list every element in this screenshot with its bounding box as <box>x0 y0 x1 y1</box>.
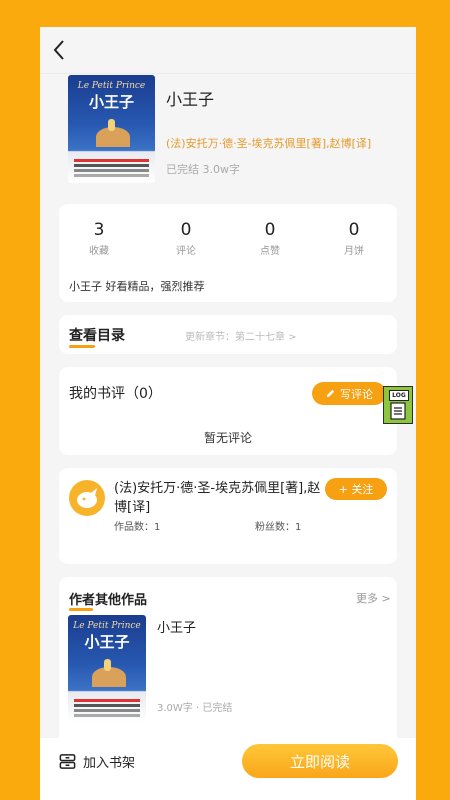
book-header: Le Petit Prince 小王子 小王子 (法)安托万·德·圣-埃克苏佩里… <box>40 73 416 193</box>
catalog-title-text: 查看目录 <box>69 328 125 344</box>
cover-prince-illustration <box>104 659 111 671</box>
back-arrow-icon[interactable] <box>50 38 70 62</box>
cover-text-lines <box>74 699 140 702</box>
cover-prince-illustration <box>108 119 115 131</box>
title-underline <box>69 608 93 611</box>
other-work-item[interactable]: Le Petit Prince 小王子 小王子 3.0W字 · 已完结 <box>59 615 397 725</box>
book-blurb: 小王子 好看精品，强烈推荐 <box>69 280 205 293</box>
other-works-title: 作者其他作品 <box>69 589 148 611</box>
stat-value: 0 <box>348 220 360 240</box>
other-work-meta: 3.0W字 · 已完结 <box>157 703 233 714</box>
other-works-title-text: 作者其他作品 <box>69 593 148 608</box>
catalog-title: 查看目录 <box>69 325 125 348</box>
author-fans-count: 粉丝数：1 <box>255 522 302 533</box>
author-card: (法)安托万·德·圣-埃克苏佩里[著],赵博[译] + 关注 作品数：1 粉丝数… <box>59 468 397 564</box>
write-review-button[interactable]: 写评论 <box>312 382 386 405</box>
app-screen: Le Petit Prince 小王子 小王子 (法)安托万·德·圣-埃克苏佩里… <box>40 27 416 800</box>
stat-value: 3 <box>93 220 105 240</box>
cover-series-text: Le Petit Prince <box>73 621 141 631</box>
bottom-action-bar: 加入书架 立即阅读 <box>40 738 416 800</box>
stats-card: 3 收藏 0 评论 0 点赞 0 月饼 小王子 好看精品，强烈推荐 <box>59 204 397 302</box>
stat-label: 收藏 <box>89 246 109 257</box>
follow-button[interactable]: + 关注 <box>325 478 387 500</box>
book-cover[interactable]: Le Petit Prince 小王子 <box>68 75 155 183</box>
more-link[interactable]: 更多 > <box>356 590 391 606</box>
bookshelf-icon <box>59 753 76 769</box>
stat-mooncakes: 0 月饼 <box>324 220 384 257</box>
catalog-card[interactable]: 查看目录 更新章节：第二十七章 > <box>59 315 397 354</box>
stat-value: 0 <box>180 220 192 240</box>
cover-text-lines <box>74 159 149 162</box>
stat-label: 评论 <box>176 246 196 257</box>
document-icon <box>390 402 406 420</box>
stat-favorites: 3 收藏 <box>69 220 129 257</box>
other-work-title: 小王子 <box>157 621 197 636</box>
stat-label: 点赞 <box>260 246 280 257</box>
catalog-update-link[interactable]: 更新章节：第二十七章 > <box>185 328 297 343</box>
reviews-title: 我的书评（0） <box>69 386 162 402</box>
log-floating-button[interactable]: LOG <box>383 386 413 424</box>
add-to-shelf-label: 加入书架 <box>83 755 136 771</box>
title-underline <box>69 345 95 348</box>
other-works-card: 作者其他作品 更多 > Le Petit Prince 小王子 小王子 3.0W… <box>59 577 397 747</box>
cover-series-text: Le Petit Prince <box>77 81 146 91</box>
stat-value: 0 <box>264 220 276 240</box>
author-avatar[interactable] <box>69 480 105 516</box>
cover-title-text: 小王子 <box>88 93 134 111</box>
reviews-card: 我的书评（0） 写评论 暂无评论 <box>59 367 397 455</box>
read-now-button[interactable]: 立即阅读 <box>242 744 398 778</box>
add-to-shelf-button[interactable]: 加入书架 <box>58 750 135 772</box>
bird-avatar-icon <box>77 488 97 508</box>
book-author[interactable]: (法)安托万·德·圣-埃克苏佩里[著],赵博[译] <box>166 135 371 151</box>
other-work-cover: Le Petit Prince 小王子 <box>68 615 146 723</box>
write-review-label: 写评论 <box>340 387 373 401</box>
author-name[interactable]: (法)安托万·德·圣-埃克苏佩里[著],赵博[译] <box>114 479 326 517</box>
stat-likes: 0 点赞 <box>240 220 300 257</box>
pencil-icon <box>326 389 335 398</box>
top-bar <box>40 27 416 74</box>
author-works-count: 作品数：1 <box>114 522 161 533</box>
stat-comments: 0 评论 <box>156 220 216 257</box>
book-status: 已完结 3.0w字 <box>166 163 240 176</box>
reviews-empty-text: 暂无评论 <box>203 431 252 445</box>
stat-label: 月饼 <box>344 246 364 257</box>
cover-title-text: 小王子 <box>84 633 130 651</box>
log-label: LOG <box>389 390 409 401</box>
book-title: 小王子 <box>166 90 215 109</box>
